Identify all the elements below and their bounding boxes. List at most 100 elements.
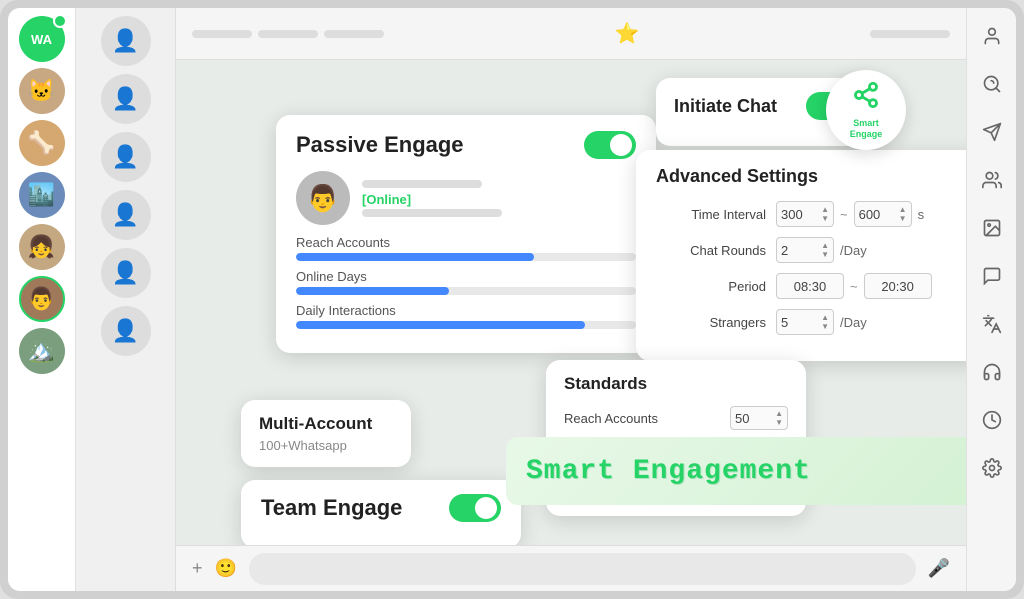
tilde-2: ~ xyxy=(850,279,858,294)
mic-icon[interactable]: 🎤 xyxy=(928,558,950,579)
online-label: [Online] xyxy=(362,192,636,207)
chat-list-item-6[interactable]: 👤 xyxy=(101,306,151,356)
header-dot-3 xyxy=(324,30,384,38)
multi-account-card: Multi-Account 100+Whatsapp xyxy=(241,400,411,467)
multi-account-title: Multi-Account xyxy=(259,414,393,434)
time-interval-min-input[interactable]: 300 ▲ ▼ xyxy=(776,201,834,227)
std-reach-row: Reach Accounts 50 ▲ ▼ xyxy=(564,406,788,430)
wa-logo[interactable]: WA xyxy=(19,16,65,62)
time-unit: s xyxy=(918,207,925,222)
strangers-input[interactable]: 5 ▲ ▼ xyxy=(776,309,834,335)
arrow-up-5[interactable]: ▲ xyxy=(775,410,783,418)
chat-rounds-arrows[interactable]: ▲ ▼ xyxy=(821,242,829,259)
online-days-bar-bg xyxy=(296,287,636,295)
left-sidebar: WA 🐱 🦴 🏙️ 👧 👨 🏔️ xyxy=(8,8,76,591)
daily-interactions-bar xyxy=(296,321,585,329)
avatar-5[interactable]: 👨 xyxy=(19,276,65,322)
period-row: Period 08:30 ~ 20:30 xyxy=(656,273,966,299)
strangers-label: Strangers xyxy=(656,315,766,330)
right-icon-person[interactable] xyxy=(976,20,1008,52)
chat-list-item-5[interactable]: 👤 xyxy=(101,248,151,298)
chat-list-item-4[interactable]: 👤 xyxy=(101,190,151,240)
arrow-down-5[interactable]: ▼ xyxy=(775,419,783,427)
reach-accounts-label: Reach Accounts xyxy=(296,235,636,250)
online-days-bar xyxy=(296,287,449,295)
right-icon-send[interactable] xyxy=(976,116,1008,148)
tilde-1: ~ xyxy=(840,207,848,222)
avatar-6[interactable]: 🏔️ xyxy=(19,328,65,374)
header-progress xyxy=(870,30,950,38)
chat-list-item-3[interactable]: 👤 xyxy=(101,132,151,182)
daily-interactions-bar-bg xyxy=(296,321,636,329)
add-icon[interactable]: + xyxy=(192,558,203,579)
standards-title: Standards xyxy=(564,374,788,394)
chat-list-item-1[interactable]: 👤 xyxy=(101,16,151,66)
header-dots xyxy=(192,30,384,38)
team-engage-toggle[interactable] xyxy=(449,494,501,522)
profile-name-bar xyxy=(362,180,482,188)
passive-engage-toggle[interactable] xyxy=(584,131,636,159)
right-icon-clock[interactable] xyxy=(976,404,1008,436)
initiate-chat-title: Initiate Chat xyxy=(674,96,777,117)
chat-list-item-2[interactable]: 👤 xyxy=(101,74,151,124)
header-dot-1 xyxy=(192,30,252,38)
arrow-down-2[interactable]: ▼ xyxy=(899,215,907,223)
time-interval-row: Time Interval 300 ▲ ▼ ~ 600 xyxy=(656,201,966,227)
reach-accounts-row: Reach Accounts xyxy=(296,235,636,261)
arrow-down[interactable]: ▼ xyxy=(821,215,829,223)
online-days-row: Online Days xyxy=(296,269,636,295)
strangers-unit: /Day xyxy=(840,315,867,330)
chat-area: ⭐ Passive Engage 👨 [Online] xyxy=(176,8,966,591)
right-icon-headset[interactable] xyxy=(976,356,1008,388)
smart-banner: Smart Engagement xyxy=(506,437,966,505)
arrow-up[interactable]: ▲ xyxy=(821,206,829,214)
chat-list: 👤 👤 👤 👤 👤 👤 xyxy=(76,8,176,591)
std-reach-input[interactable]: 50 ▲ ▼ xyxy=(730,406,788,430)
time-interval-max-arrows[interactable]: ▲ ▼ xyxy=(899,206,907,223)
team-engage-title: Team Engage xyxy=(261,495,402,521)
avatar-3[interactable]: 🏙️ xyxy=(19,172,65,218)
chat-input-field[interactable] xyxy=(249,553,916,585)
daily-interactions-label: Daily Interactions xyxy=(296,303,636,318)
profile-sub-bar xyxy=(362,209,502,217)
passive-engage-card: Passive Engage 👨 [Online] Reach Accounts xyxy=(276,115,656,353)
strangers-arrows[interactable]: ▲ ▼ xyxy=(821,314,829,331)
chat-rounds-input[interactable]: 2 ▲ ▼ xyxy=(776,237,834,263)
avatar-1[interactable]: 🐱 xyxy=(19,68,65,114)
advanced-settings-card: Advanced Settings Time Interval 300 ▲ ▼ … xyxy=(636,150,966,361)
arrow-up-4[interactable]: ▲ xyxy=(821,314,829,322)
arrow-up-3[interactable]: ▲ xyxy=(821,242,829,250)
avatar-2[interactable]: 🦴 xyxy=(19,120,65,166)
passive-engage-title: Passive Engage xyxy=(296,132,464,158)
time-interval-max-input[interactable]: 600 ▲ ▼ xyxy=(854,201,912,227)
right-icon-image[interactable] xyxy=(976,212,1008,244)
strangers-row: Strangers 5 ▲ ▼ /Day xyxy=(656,309,966,335)
right-icon-group[interactable] xyxy=(976,164,1008,196)
period-start-input[interactable]: 08:30 xyxy=(776,273,844,299)
right-icon-search-person[interactable] xyxy=(976,68,1008,100)
period-label: Period xyxy=(656,279,766,294)
reach-accounts-bar-bg xyxy=(296,253,636,261)
right-sidebar xyxy=(966,8,1016,591)
avatar-4[interactable]: 👧 xyxy=(19,224,65,270)
emoji-icon[interactable]: 🙂 xyxy=(215,558,237,579)
arrow-up-2[interactable]: ▲ xyxy=(899,206,907,214)
smart-engage-logo: SmartEngage xyxy=(826,70,906,150)
right-icon-chat[interactable] xyxy=(976,260,1008,292)
right-icon-settings[interactable] xyxy=(976,452,1008,484)
right-icon-translate[interactable] xyxy=(976,308,1008,340)
time-interval-min-arrows[interactable]: ▲ ▼ xyxy=(821,206,829,223)
chat-input-bar: + 🙂 🎤 xyxy=(176,545,966,591)
chat-rounds-label: Chat Rounds xyxy=(656,243,766,258)
daily-interactions-row: Daily Interactions xyxy=(296,303,636,329)
period-end-input[interactable]: 20:30 xyxy=(864,273,932,299)
arrow-down-4[interactable]: ▼ xyxy=(821,323,829,331)
header-dot-2 xyxy=(258,30,318,38)
header-star: ⭐ xyxy=(615,21,640,46)
multi-account-subtitle: 100+Whatsapp xyxy=(259,438,393,453)
passive-engage-title-row: Passive Engage xyxy=(296,131,636,159)
std-reach-arrows[interactable]: ▲ ▼ xyxy=(775,410,783,427)
profile-pic: 👨 xyxy=(296,171,350,225)
arrow-down-3[interactable]: ▼ xyxy=(821,251,829,259)
time-interval-label: Time Interval xyxy=(656,207,766,222)
